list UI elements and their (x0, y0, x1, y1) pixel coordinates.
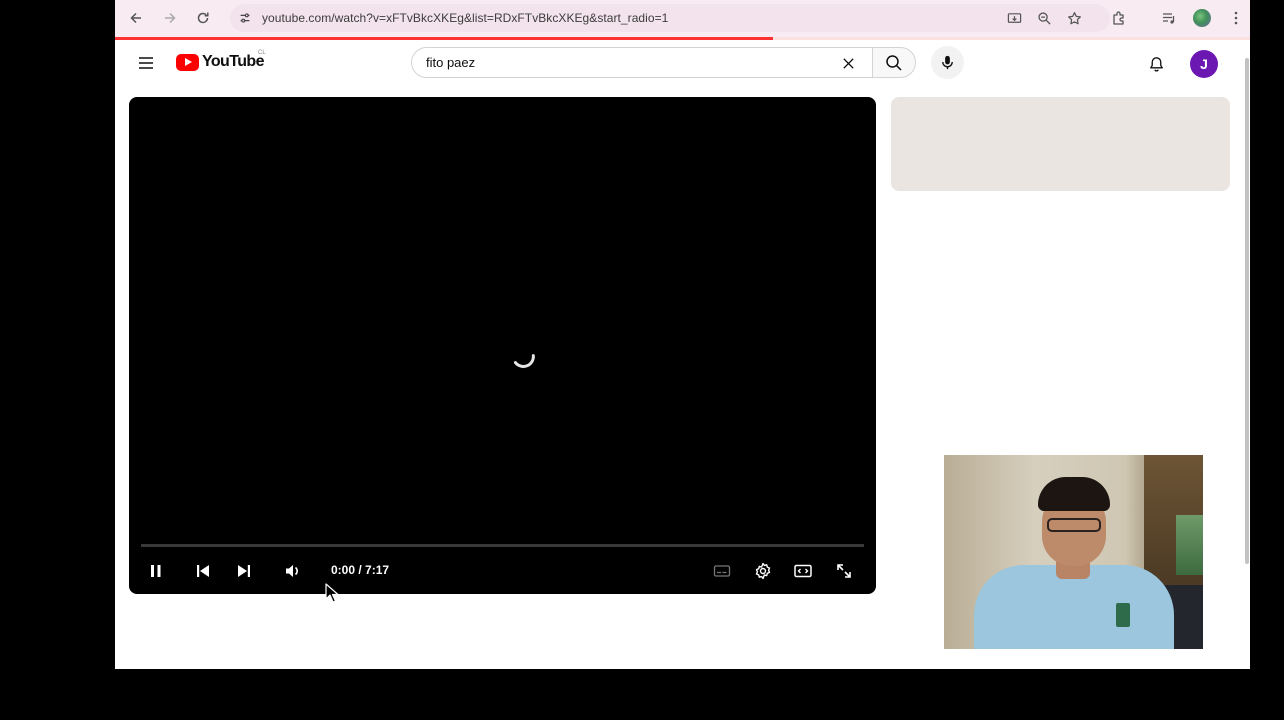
video-player[interactable]: 0:00 / 7:17 (129, 97, 876, 594)
region-code: CL (258, 50, 266, 56)
theater-mode-button[interactable] (789, 557, 817, 585)
recommendations-placeholder (891, 97, 1230, 191)
previous-button[interactable] (189, 557, 217, 585)
youtube-header: YouTube CL fito paez J (115, 40, 1250, 90)
voice-search-button[interactable] (931, 46, 964, 79)
guide-menu-icon[interactable] (136, 53, 156, 73)
search-icon (886, 54, 902, 71)
notifications-bell-icon[interactable] (1144, 52, 1168, 76)
search-query-text[interactable]: fito paez (426, 55, 475, 70)
browser-toolbar: youtube.com/watch?v=xFTvBkcXKEg&list=RDx… (115, 0, 1250, 37)
install-app-icon[interactable] (1004, 8, 1024, 28)
loading-spinner-icon (513, 354, 535, 368)
youtube-play-logo-icon (176, 53, 199, 71)
theater-mode-icon (794, 564, 812, 578)
webcam-overlay (944, 455, 1203, 649)
youtube-logo[interactable]: YouTube CL (176, 50, 266, 71)
site-info-icon[interactable] (235, 8, 255, 28)
subtitles-button[interactable] (708, 557, 736, 585)
volume-button[interactable] (279, 557, 307, 585)
extensions-icon[interactable] (1107, 6, 1131, 30)
volume-icon (286, 565, 298, 577)
reload-icon[interactable] (191, 6, 215, 30)
bookmark-star-icon[interactable] (1064, 8, 1084, 28)
next-button[interactable] (230, 557, 258, 585)
address-bar[interactable]: youtube.com/watch?v=xFTvBkcXKEg&list=RDx… (230, 4, 1110, 32)
pause-icon (151, 565, 161, 577)
fullscreen-button[interactable] (830, 557, 858, 585)
zoom-icon[interactable] (1034, 8, 1054, 28)
previous-icon (197, 565, 209, 577)
settings-button[interactable] (749, 557, 777, 585)
subtitles-icon (713, 565, 731, 577)
next-icon (238, 565, 250, 577)
page-scrollbar[interactable] (1245, 58, 1249, 564)
url-text[interactable]: youtube.com/watch?v=xFTvBkcXKEg&list=RDx… (262, 11, 668, 25)
time-display: 0:00 / 7:17 (331, 563, 390, 577)
search-button[interactable] (872, 47, 916, 78)
pause-button[interactable] (142, 557, 170, 585)
logo-text: YouTube (202, 53, 264, 70)
fullscreen-icon (837, 564, 851, 578)
search-input[interactable]: fito paez (411, 47, 872, 78)
seek-bar[interactable] (141, 544, 864, 547)
media-controls-icon[interactable] (1157, 6, 1181, 30)
mouse-cursor-icon (325, 583, 339, 603)
forward-icon[interactable] (158, 6, 182, 30)
settings-gear-icon (755, 562, 771, 580)
back-icon[interactable] (124, 6, 148, 30)
clear-search-icon[interactable] (838, 53, 858, 73)
menu-dots-icon[interactable] (1224, 6, 1248, 30)
user-avatar[interactable]: J (1190, 50, 1218, 78)
microphone-icon (942, 55, 953, 70)
profile-icon[interactable] (1190, 6, 1214, 30)
